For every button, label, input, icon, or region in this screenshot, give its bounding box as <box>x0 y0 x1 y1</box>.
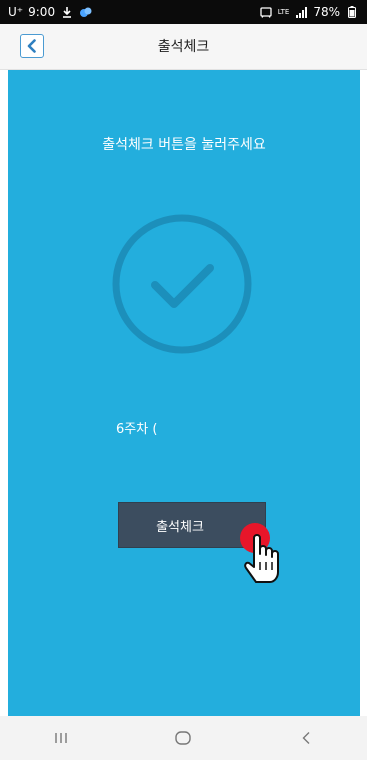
attendance-panel: 출석체크 버튼을 눌러주세요 6주차 ( 출석체크 <box>8 70 360 716</box>
status-bar: U⁺ 9:00 LTE 78% <box>0 0 367 24</box>
download-icon <box>60 5 74 19</box>
status-right: LTE 78% <box>259 5 359 19</box>
alarm-icon <box>259 5 273 19</box>
status-left: U⁺ 9:00 <box>8 5 93 19</box>
page-title: 출석체크 <box>157 39 210 55</box>
battery-percent: 78% <box>313 5 340 19</box>
recents-icon <box>54 732 68 744</box>
home-button[interactable] <box>153 720 213 756</box>
battery-icon <box>345 5 359 19</box>
signal-icon <box>294 5 308 19</box>
carrier-label: U⁺ <box>8 5 24 19</box>
recents-button[interactable] <box>31 720 91 756</box>
instruction-text: 출석체크 버튼을 눌러주세요 <box>102 137 266 153</box>
check-circle-icon <box>108 210 256 358</box>
home-icon <box>175 731 192 745</box>
attendance-check-button[interactable]: 출석체크 <box>118 502 266 548</box>
system-nav-bar <box>0 716 367 760</box>
attendance-check-button-label: 출석체크 <box>156 519 204 535</box>
back-icon <box>301 731 311 745</box>
time-label: 9:00 <box>28 5 56 19</box>
phone-screen: U⁺ 9:00 LTE 78% 출석체크 출석체크 버튼을 눌러주세요 6주차 … <box>0 0 367 760</box>
system-back-button[interactable] <box>276 720 336 756</box>
week-label: 6주차 ( <box>116 422 158 437</box>
app-header: 출석체크 <box>0 24 367 70</box>
lte-icon: LTE <box>277 8 290 16</box>
app-notification-icon <box>79 5 93 19</box>
